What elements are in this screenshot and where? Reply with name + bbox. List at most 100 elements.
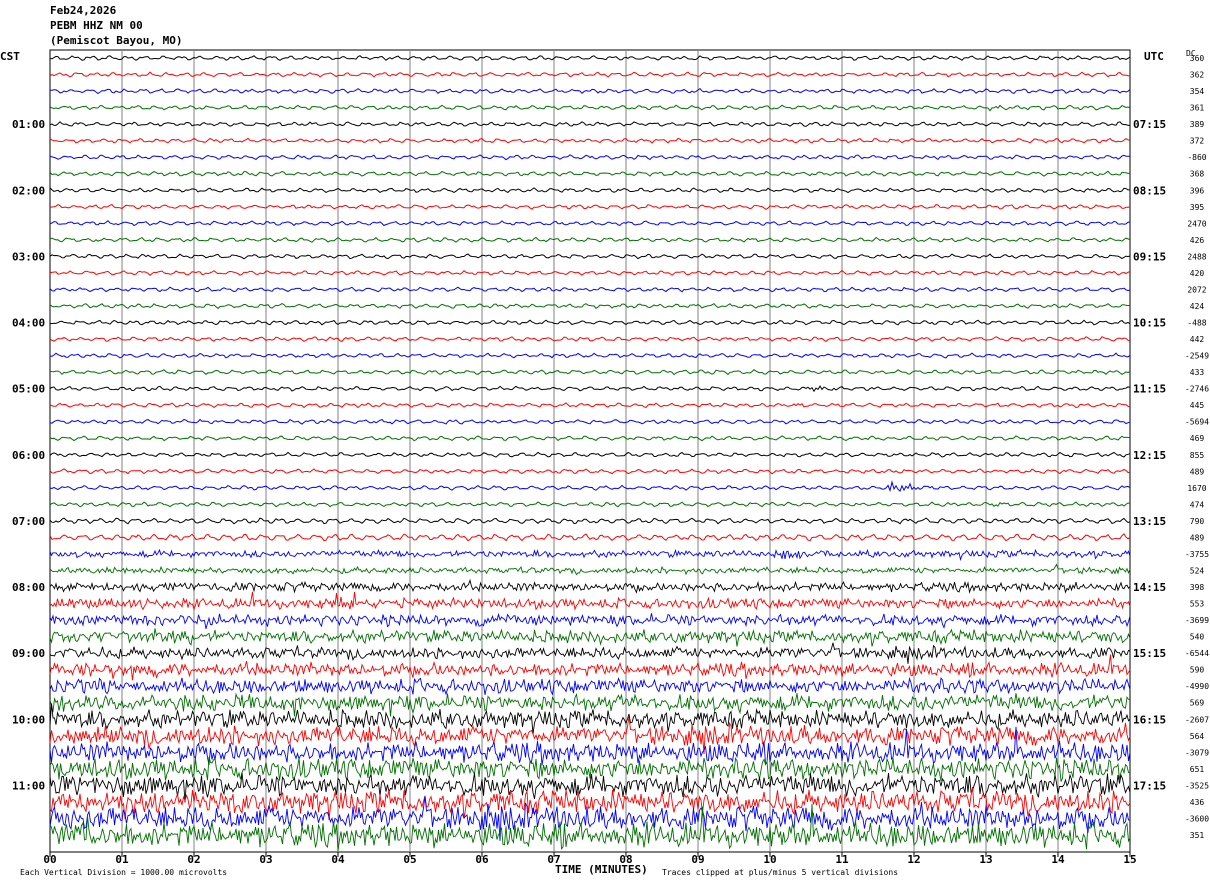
dc-value-label: 426 — [1190, 236, 1205, 245]
dc-value-label: 790 — [1190, 517, 1205, 526]
dc-value-label: 433 — [1190, 368, 1205, 377]
seismic-trace — [49, 654, 1131, 681]
x-tick-label: 10 — [763, 853, 776, 866]
seismic-trace — [49, 385, 1131, 393]
dc-value-label: 1670 — [1187, 484, 1206, 493]
seismic-trace — [49, 418, 1131, 425]
dc-value-label: -2607 — [1185, 715, 1209, 724]
dc-value-label: 362 — [1190, 71, 1205, 80]
cst-hour-label: 11:00 — [12, 779, 45, 792]
x-tick-label: 06 — [475, 853, 489, 866]
dc-value-label: 590 — [1190, 666, 1205, 675]
utc-hour-label: 12:15 — [1133, 449, 1166, 462]
dc-value-label: 442 — [1190, 335, 1205, 344]
dc-value-label: 569 — [1190, 699, 1205, 708]
cst-hour-label: 01:00 — [12, 118, 45, 131]
dc-value-label: -3699 — [1185, 616, 1209, 625]
utc-hour-label: 07:15 — [1133, 118, 1166, 131]
dc-value-label: 372 — [1190, 137, 1205, 146]
seismic-trace — [49, 612, 1131, 630]
seismic-trace — [49, 88, 1131, 95]
seismic-trace — [49, 642, 1131, 664]
seismic-trace — [49, 451, 1131, 458]
seismic-trace — [49, 187, 1130, 194]
seismic-trace — [49, 578, 1131, 594]
helicorder-plot: 00 01 02 03 04 05 06 07 08 09 10 11 12 13 14 1536036235… — [12, 49, 1209, 866]
dc-value-label: 354 — [1190, 87, 1205, 96]
seismic-trace — [49, 480, 1131, 493]
dc-value-label: -860 — [1187, 153, 1206, 162]
dc-value-label: 351 — [1190, 831, 1205, 840]
seismic-trace — [49, 628, 1131, 647]
utc-hour-label: 11:15 — [1133, 383, 1166, 396]
utc-hour-label: 09:15 — [1133, 250, 1166, 263]
seismic-trace — [49, 286, 1131, 293]
seismic-trace — [49, 591, 1131, 611]
seismic-trace — [49, 71, 1131, 78]
x-tick-label: 03 — [259, 853, 272, 866]
dc-value-label: -6544 — [1185, 649, 1209, 658]
x-tick-label: 15 — [1123, 853, 1136, 866]
cst-hour-label: 06:00 — [12, 449, 45, 462]
dc-value-label: 489 — [1190, 533, 1205, 542]
dc-value-label: 489 — [1190, 467, 1205, 476]
x-tick-label: 12 — [907, 853, 920, 866]
scale-note: Each Vertical Division = 1000.00 microvo… — [20, 868, 228, 877]
seismic-trace — [49, 154, 1131, 161]
seismic-trace — [49, 220, 1131, 227]
dc-value-label: 855 — [1190, 451, 1205, 460]
utc-hour-label: 14:15 — [1133, 581, 1166, 594]
utc-hour-label: 15:15 — [1133, 647, 1166, 660]
seismic-trace — [49, 369, 1131, 376]
dc-value-label: 360 — [1190, 54, 1205, 63]
x-tick-label: 02 — [187, 853, 200, 866]
dc-value-label: -488 — [1187, 319, 1206, 328]
seismic-trace — [49, 269, 1131, 276]
seismic-trace — [49, 303, 1131, 310]
seismic-trace — [49, 55, 1131, 61]
dc-value-label: -3600 — [1185, 814, 1209, 823]
clip-note: Traces clipped at plus/minus 5 vertical … — [662, 868, 899, 877]
utc-hour-label: 08:15 — [1133, 184, 1166, 197]
seismic-trace — [49, 468, 1131, 475]
x-tick-label: 14 — [1051, 853, 1065, 866]
dc-value-label: 474 — [1190, 500, 1205, 509]
seismic-trace — [49, 548, 1131, 562]
x-tick-label: 00 — [43, 853, 56, 866]
seismic-trace — [49, 435, 1131, 442]
dc-value-label: 389 — [1190, 120, 1205, 129]
x-tick-label: 13 — [979, 853, 992, 866]
x-axis-title: TIME (MINUTES) — [555, 863, 648, 876]
dc-value-label: 2470 — [1187, 219, 1206, 228]
cst-hour-label: 09:00 — [12, 647, 45, 660]
seismic-trace — [49, 501, 1131, 508]
seismic-trace — [49, 756, 1131, 782]
utc-hour-label: 10:15 — [1133, 317, 1166, 330]
dc-value-label: -3525 — [1185, 781, 1209, 790]
seismic-trace — [49, 517, 1131, 525]
seismic-trace — [49, 104, 1131, 112]
dc-value-label: 361 — [1190, 104, 1205, 113]
x-tick-label: 01 — [115, 853, 129, 866]
seismic-trace — [49, 402, 1131, 409]
dc-value-label: 540 — [1190, 633, 1205, 642]
dc-value-label: 420 — [1190, 269, 1205, 278]
seismic-trace — [49, 204, 1131, 210]
dc-value-label: 396 — [1190, 186, 1205, 195]
dc-value-label: -2746 — [1185, 385, 1209, 394]
seismic-trace — [49, 121, 1130, 128]
utc-hour-label: 13:15 — [1133, 515, 1166, 528]
dc-value-label: 2072 — [1187, 285, 1206, 294]
dc-value-label: 469 — [1190, 434, 1205, 443]
dc-value-label: 445 — [1190, 401, 1205, 410]
dc-value-label: 436 — [1190, 798, 1205, 807]
x-tick-label: 05 — [403, 853, 416, 866]
utc-hour-label: 16:15 — [1133, 713, 1166, 726]
seismic-trace — [49, 336, 1131, 343]
dc-value-label: -4990 — [1185, 682, 1209, 691]
seismic-trace — [49, 236, 1131, 243]
seismic-trace — [49, 563, 1131, 576]
utc-hour-label: 17:15 — [1133, 779, 1166, 792]
cst-hour-label: 02:00 — [12, 184, 45, 197]
seismic-trace — [49, 137, 1131, 144]
